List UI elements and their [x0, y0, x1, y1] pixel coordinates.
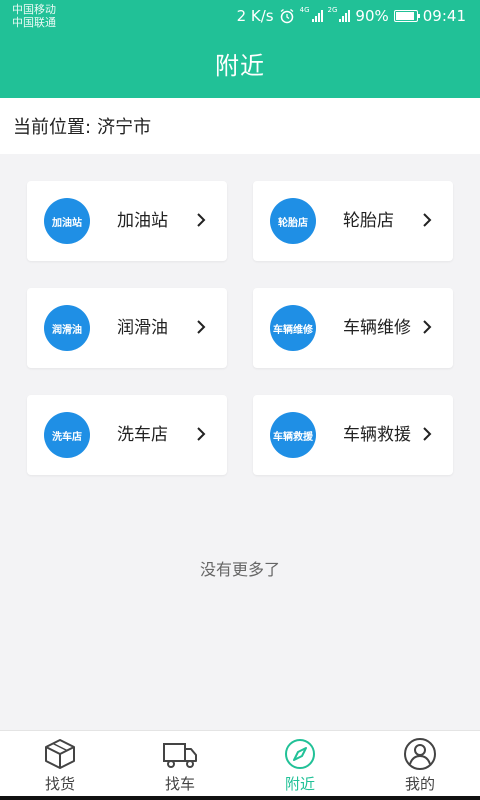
alarm-icon — [280, 8, 294, 24]
no-more-text: 没有更多了 — [199, 560, 280, 579]
category-card-gas-station[interactable]: 加油站 加油站 — [27, 181, 227, 261]
category-badge: 车辆救援 — [270, 412, 316, 458]
app-header: 中国移动 中国联通 2 K/s 4G 2G 90% 09:41 附近 — [0, 0, 480, 98]
bottom-tab-bar: 找货 找车 附近 我的 — [0, 730, 480, 797]
truck-icon — [163, 743, 197, 768]
box-icon — [45, 739, 75, 769]
carrier-1: 中国移动 — [12, 3, 56, 16]
category-card-lubricant[interactable]: 润滑油 润滑油 — [27, 288, 227, 368]
chevron-right-icon — [423, 213, 432, 227]
location-label: 当前位置: — [13, 117, 92, 138]
network-type-2: 2G — [327, 6, 338, 14]
category-label: 洗车店 — [117, 425, 168, 445]
tab-label: 附近 — [284, 775, 315, 793]
network-speed: 2 K/s — [236, 7, 274, 25]
category-label: 车辆维修 — [343, 318, 411, 338]
chevron-right-icon — [197, 427, 206, 441]
category-label: 车辆救援 — [343, 425, 411, 445]
category-card-car-wash[interactable]: 洗车店 洗车店 — [27, 395, 227, 475]
category-badge: 车辆维修 — [270, 305, 316, 351]
battery-icon — [393, 10, 420, 22]
category-label: 轮胎店 — [343, 211, 394, 231]
category-badge: 加油站 — [44, 198, 90, 244]
chevron-right-icon — [197, 320, 206, 334]
signal-icon-2 — [339, 10, 351, 22]
user-icon — [404, 738, 436, 770]
tab-find-truck[interactable]: 找车 — [120, 731, 240, 797]
current-location-bar: 当前位置: 济宁市 — [0, 98, 480, 154]
tab-label: 找货 — [44, 775, 75, 793]
category-badge: 轮胎店 — [270, 198, 316, 244]
tab-label: 找车 — [164, 775, 195, 793]
category-badge: 洗车店 — [44, 412, 90, 458]
category-card-vehicle-repair[interactable]: 车辆维修 车辆维修 — [253, 288, 453, 368]
tab-find-goods[interactable]: 找货 — [0, 731, 120, 797]
battery-fill — [395, 12, 414, 20]
clock: 09:41 — [422, 7, 466, 25]
signal-icon-1 — [311, 10, 323, 22]
category-label: 加油站 — [117, 211, 168, 231]
status-bar: 中国移动 中国联通 2 K/s 4G 2G 90% 09:41 — [0, 0, 480, 32]
category-badge: 润滑油 — [44, 305, 90, 351]
tab-nearby[interactable]: 附近 — [240, 731, 360, 797]
tab-label: 我的 — [404, 775, 435, 793]
carrier-2: 中国联通 — [12, 16, 56, 29]
chevron-right-icon — [423, 427, 432, 441]
status-indicators: 2 K/s 4G 2G 90% 09:41 — [236, 6, 466, 25]
category-card-vehicle-rescue[interactable]: 车辆救援 车辆救援 — [253, 395, 453, 475]
location-city: 济宁市 — [97, 117, 152, 138]
category-card-tire-shop[interactable]: 轮胎店 轮胎店 — [253, 181, 453, 261]
tab-mine[interactable]: 我的 — [360, 731, 480, 797]
screen-bottom-edge — [0, 796, 480, 800]
page-title: 附近 — [215, 52, 265, 80]
carrier-info: 中国移动 中国联通 — [12, 3, 56, 29]
chevron-right-icon — [197, 213, 206, 227]
compass-icon — [285, 739, 315, 769]
battery-percent: 90% — [355, 7, 389, 25]
network-type-1: 4G — [299, 6, 310, 14]
category-label: 润滑油 — [117, 318, 168, 338]
chevron-right-icon — [423, 320, 432, 334]
